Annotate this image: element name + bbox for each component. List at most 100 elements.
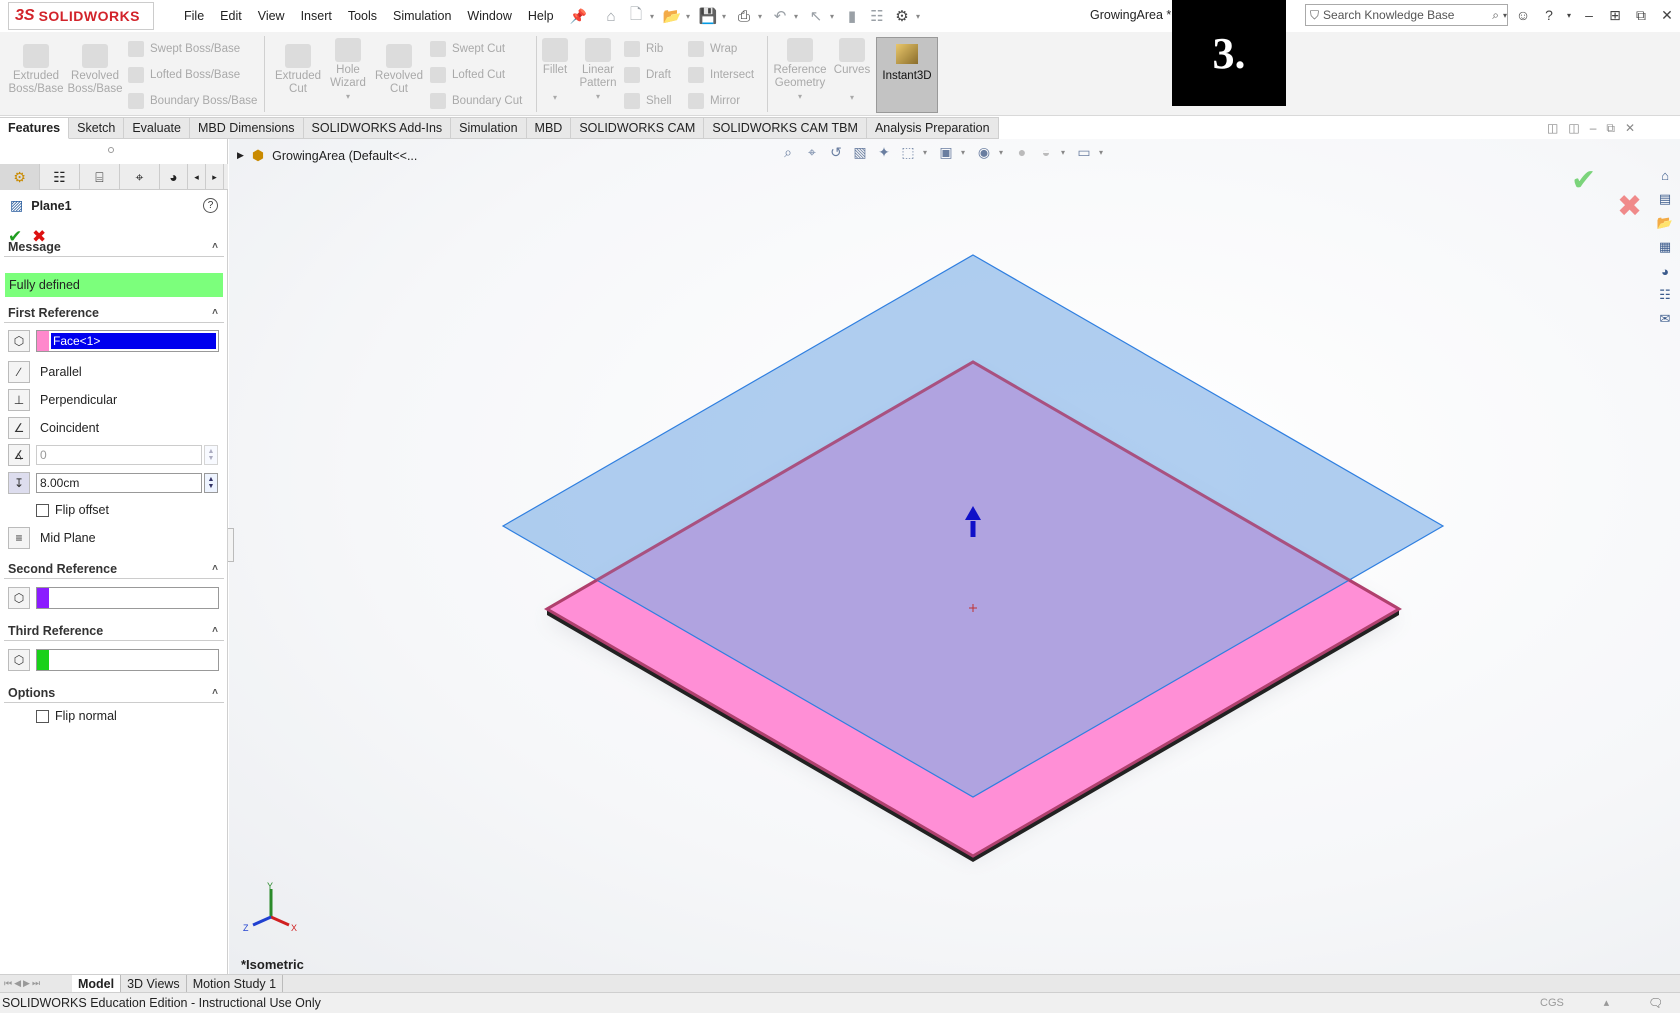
menu-help[interactable]: Help (520, 9, 562, 23)
rebuild-icon[interactable]: ▮ (841, 5, 863, 27)
tab-scroll-left-icon[interactable]: ◂ (188, 164, 206, 190)
menu-simulation[interactable]: Simulation (385, 9, 459, 23)
boundary-boss-button[interactable]: Boundary Boss/Base (128, 93, 257, 109)
forum-icon[interactable]: ✉ (1653, 309, 1677, 329)
view-palette-icon[interactable]: ▦ (1653, 237, 1677, 257)
options-gear-icon[interactable]: ⚙ (891, 5, 913, 27)
coincident-option[interactable]: ∠ Coincident (8, 417, 99, 439)
tab-features[interactable]: Features (0, 117, 70, 139)
intersect-button[interactable]: Intersect (688, 67, 754, 83)
confirm-ok-icon[interactable]: ✔ (1571, 163, 1596, 198)
doc-close-icon[interactable]: ✕ (1625, 121, 1635, 136)
save-dropdown-icon[interactable]: ▾ (722, 12, 730, 21)
collapse-chevron-icon[interactable]: ˄ (212, 687, 218, 698)
options-dropdown-icon[interactable]: ▾ (916, 12, 924, 21)
appearances-icon[interactable]: ◕ (1653, 261, 1677, 281)
third-reference-value[interactable] (51, 652, 216, 668)
doc-restore-icon[interactable]: ⧉ (1606, 121, 1615, 136)
tab-evaluate[interactable]: Evaluate (124, 117, 190, 139)
flip-offset-option[interactable]: Flip offset (36, 503, 109, 517)
collapse-chevron-icon[interactable]: ˄ (212, 241, 218, 252)
view-settings-icon[interactable]: ▭ (1075, 143, 1093, 161)
flip-normal-option[interactable]: Flip normal (36, 709, 117, 723)
menu-edit[interactable]: Edit (212, 9, 250, 23)
tab-solidworks-add-ins[interactable]: SOLIDWORKS Add-Ins (303, 117, 452, 139)
menu-window[interactable]: Window (459, 9, 519, 23)
search-icon[interactable]: ⌕ (1492, 8, 1499, 23)
reference-geometry-dropdown-icon[interactable]: ▾ (770, 90, 830, 103)
tab-mbd[interactable]: MBD (526, 117, 572, 139)
angle-icon[interactable]: ∡ (8, 444, 30, 466)
collapse-chevron-icon[interactable]: ˄ (212, 307, 218, 318)
doc-minimize-icon[interactable]: – (1590, 121, 1597, 136)
lofted-boss-button[interactable]: Lofted Boss/Base (128, 67, 240, 83)
first-reference-selection[interactable]: Face<1> (36, 330, 219, 352)
display-manager-tab-icon[interactable]: ◕ (160, 164, 188, 190)
view-settings-dropdown-icon[interactable]: ▾ (1099, 148, 1107, 157)
mirror-button[interactable]: Mirror (688, 93, 740, 109)
last-tab-icon[interactable]: ⏭ (32, 978, 40, 989)
feature-manager-tab-icon[interactable]: ⚙ (0, 164, 40, 190)
hole-wizard-button[interactable]: Hole Wizard ▾ (326, 38, 370, 103)
curves-dropdown-icon[interactable]: ▾ (832, 91, 872, 104)
file-explorer-icon[interactable]: 📂 (1653, 213, 1677, 233)
tab-solidworks-cam-tbm[interactable]: SOLIDWORKS CAM TBM (704, 117, 867, 139)
design-library-icon[interactable]: ▤ (1653, 189, 1677, 209)
undo-dropdown-icon[interactable]: ▾ (794, 12, 802, 21)
dimxpert-manager-tab-icon[interactable]: ⌖ (120, 164, 160, 190)
hole-wizard-dropdown-icon[interactable]: ▾ (326, 90, 370, 103)
apply-scene-icon[interactable]: ◒ (1037, 143, 1055, 161)
print-icon[interactable]: ⎙ (733, 5, 755, 27)
spin-up-icon[interactable]: ▲ (208, 448, 215, 455)
menu-tools[interactable]: Tools (340, 9, 385, 23)
linear-pattern-dropdown-icon[interactable]: ▾ (576, 90, 620, 103)
section-view-icon[interactable]: ▧ (851, 143, 869, 161)
select-cursor-icon[interactable]: ↖ (805, 5, 827, 27)
zoom-to-area-icon[interactable]: ⌖ (803, 143, 821, 161)
swept-boss-button[interactable]: Swept Boss/Base (128, 41, 240, 57)
apply-scene-dropdown-icon[interactable]: ▾ (1061, 148, 1069, 157)
second-reference-header[interactable]: Second Reference ˄ (4, 559, 224, 579)
unit-system[interactable]: CGS ▴ (1540, 996, 1609, 1009)
angle-input[interactable]: 0 (36, 445, 202, 465)
menu-file[interactable]: File (176, 9, 212, 23)
tab-scroll-right-icon[interactable]: ▸ (206, 164, 224, 190)
tab-3d-views[interactable]: 3D Views (121, 974, 187, 993)
tile-right-icon[interactable]: ◫ (1568, 121, 1579, 136)
fillet-dropdown-icon[interactable]: ▾ (540, 91, 570, 104)
view-orientation-dropdown-icon[interactable]: ▾ (923, 148, 931, 157)
search-input[interactable]: Search Knowledge Base (1323, 8, 1488, 22)
curves-button[interactable]: Curves ▾ (832, 38, 872, 104)
spin-up-icon[interactable]: ▲ (208, 476, 215, 483)
tile-left-icon[interactable]: ◫ (1547, 121, 1558, 136)
file-properties-icon[interactable]: ☷ (866, 5, 888, 27)
boundary-cut-button[interactable]: Boundary Cut (430, 93, 522, 109)
second-reference-value[interactable] (51, 590, 216, 606)
spin-down-icon[interactable]: ▼ (208, 455, 215, 462)
offset-distance-input[interactable]: 8.00cm (36, 473, 202, 493)
restore-icon[interactable]: ⧉ (1630, 4, 1652, 26)
view-orientation-icon[interactable]: ⬚ (899, 143, 917, 161)
search-knowledge-base[interactable]: ⛉ Search Knowledge Base ⌕ ▾ (1305, 4, 1508, 26)
hide-show-dropdown-icon[interactable]: ▾ (999, 148, 1007, 157)
panel-splitter-handle[interactable] (108, 147, 114, 153)
parallel-option[interactable]: ∕ Parallel (8, 361, 82, 383)
first-tab-icon[interactable]: ⏮ (4, 978, 12, 989)
tile-icon[interactable]: ⊞ (1604, 4, 1626, 26)
rib-button[interactable]: Rib (624, 41, 663, 57)
open-folder-icon[interactable]: 📂 (661, 5, 683, 27)
revolved-cut-button[interactable]: Revolved Cut (372, 44, 426, 96)
wrap-button[interactable]: Wrap (688, 41, 737, 57)
offset-distance-icon[interactable]: ↧ (8, 472, 30, 494)
third-reference-header[interactable]: Third Reference ˄ (4, 621, 224, 641)
tab-analysis-preparation[interactable]: Analysis Preparation (866, 117, 999, 139)
tab-sketch[interactable]: Sketch (69, 117, 125, 139)
panel-collapse-handle[interactable] (228, 528, 234, 562)
open-dropdown-icon[interactable]: ▾ (686, 12, 694, 21)
save-icon[interactable]: 💾 (697, 5, 719, 27)
first-reference-value[interactable]: Face<1> (51, 333, 216, 349)
print-dropdown-icon[interactable]: ▾ (758, 12, 766, 21)
flip-offset-checkbox[interactable] (36, 503, 49, 517)
help-button[interactable]: ? (203, 198, 218, 213)
pin-icon[interactable]: 📌 (562, 8, 595, 25)
